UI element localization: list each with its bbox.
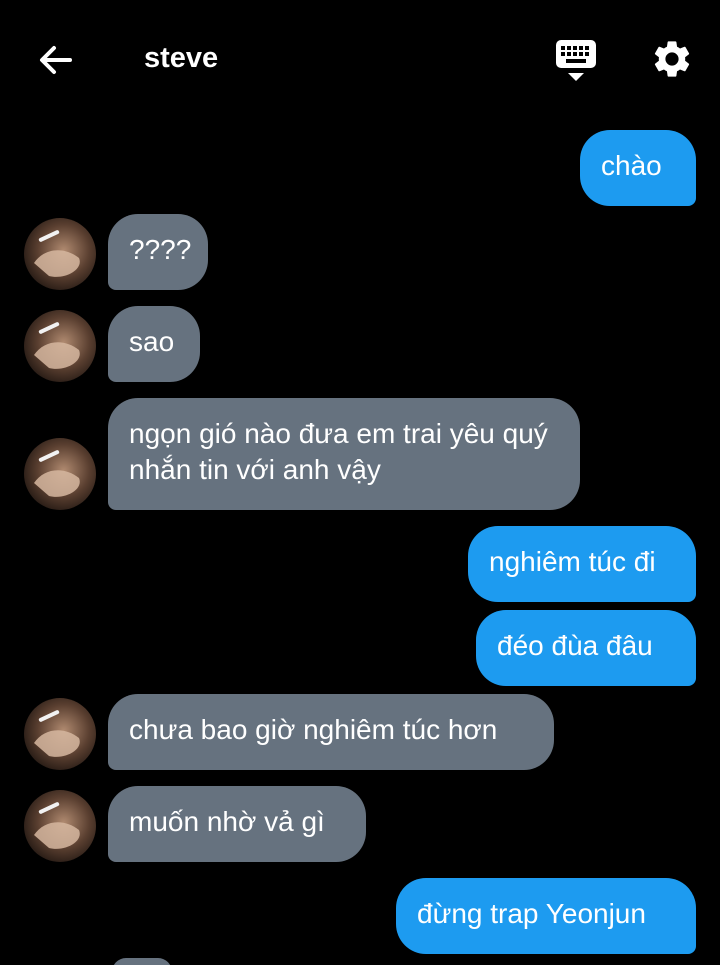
message-bubble-outgoing[interactable]: chào <box>580 130 696 206</box>
back-button[interactable] <box>34 38 78 82</box>
message-text: ???? <box>129 234 192 265</box>
contact-name: steve <box>144 42 219 74</box>
message-text: ngọn gió nào đưa em trai yêu quý nhắn ti… <box>129 418 548 485</box>
avatar[interactable] <box>24 790 96 862</box>
back-arrow-icon <box>40 46 72 74</box>
message-text: muốn nhờ vả gì <box>129 806 325 837</box>
message-bubble-incoming[interactable]: ???? <box>108 214 208 290</box>
message-bubble-partial <box>112 958 172 965</box>
keyboard-icon <box>556 40 596 81</box>
message-bubble-incoming[interactable]: chưa bao giờ nghiêm túc hơn <box>108 694 554 770</box>
avatar[interactable] <box>24 310 96 382</box>
message-text: đừng trap Yeonjun <box>417 898 646 929</box>
message-bubble-incoming[interactable]: sao <box>108 306 200 382</box>
message-text: nghiêm túc đi <box>489 546 656 577</box>
message-bubble-incoming[interactable]: muốn nhờ vả gì <box>108 786 366 862</box>
message-bubble-incoming[interactable]: ngọn gió nào đưa em trai yêu quý nhắn ti… <box>108 398 580 510</box>
chat-screen: steve chào ???? sao ngọn gió nào đưa em … <box>0 0 720 965</box>
chat-header: steve <box>0 0 720 118</box>
message-text: chưa bao giờ nghiêm túc hơn <box>129 714 498 745</box>
message-text: đéo đùa đâu <box>497 630 653 661</box>
avatar[interactable] <box>24 438 96 510</box>
message-bubble-outgoing[interactable]: đừng trap Yeonjun <box>396 878 696 954</box>
avatar[interactable] <box>24 698 96 770</box>
message-text: chào <box>601 150 662 181</box>
message-bubble-outgoing[interactable]: đéo đùa đâu <box>476 610 696 686</box>
message-text: sao <box>129 326 175 357</box>
keyboard-button[interactable] <box>554 38 600 84</box>
gear-icon <box>654 41 690 77</box>
settings-button[interactable] <box>650 37 694 81</box>
avatar[interactable] <box>24 218 96 290</box>
message-bubble-outgoing[interactable]: nghiêm túc đi <box>468 526 696 602</box>
